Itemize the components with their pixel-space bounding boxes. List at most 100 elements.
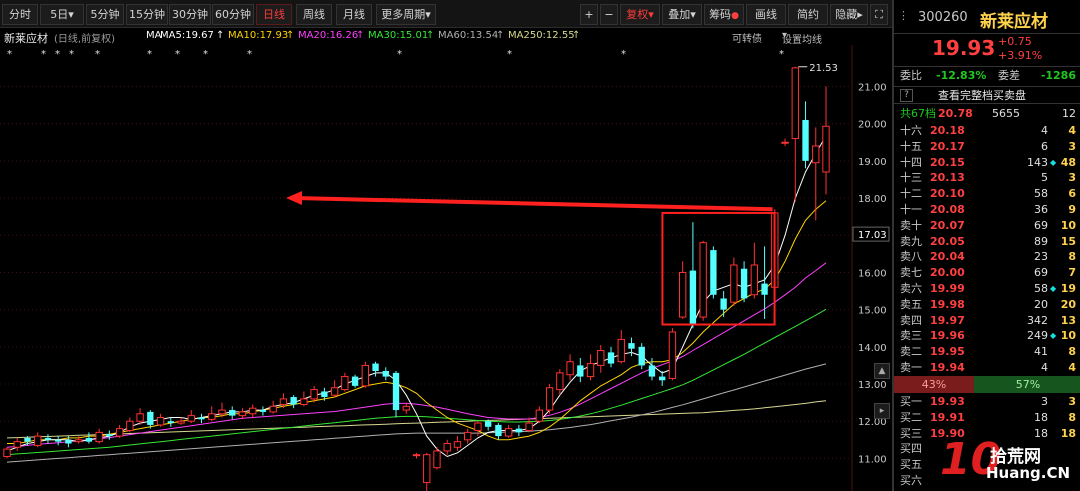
draw-line-button[interactable]: 画线	[746, 4, 786, 25]
sell-level-count: 19	[1060, 282, 1076, 295]
tab-30min[interactable]: 30分钟	[169, 4, 211, 25]
chart-scroll-right-icon[interactable]: ▸	[874, 403, 890, 419]
tab-more-periods[interactable]: 更多周期▾	[376, 4, 436, 25]
zoom-in-button[interactable]: +	[580, 4, 598, 25]
candle-body-up	[412, 454, 421, 457]
candle-body-down	[106, 434, 113, 437]
candle-body-up	[545, 387, 554, 411]
sell-level-row[interactable]: 十三 20.13 5 3	[894, 170, 1080, 186]
ma10-value: MA10:17.93	[228, 30, 289, 41]
period-toolbar: 分时 5日▾ 5分钟 15分钟 30分钟 60分钟 日线 周线 月线 更多周期▾…	[0, 0, 892, 28]
sell-level-volume: 23	[1034, 250, 1048, 264]
fuquan-dropdown[interactable]: 复权▾	[620, 4, 660, 25]
sell-level-row[interactable]: 卖一 19.94 4 4	[894, 360, 1080, 376]
tab-5min[interactable]: 5分钟	[86, 4, 124, 25]
y-tick-label: 15.00	[858, 306, 887, 317]
candle-body-up	[3, 448, 11, 458]
sell-level-row[interactable]: 十一 20.08 36 9	[894, 202, 1080, 218]
candle-body-up	[597, 350, 605, 366]
candle-body-up	[156, 416, 165, 426]
stock-code: 300260	[918, 10, 968, 25]
overlay-dropdown[interactable]: 叠加▾	[662, 4, 702, 25]
tab-weekly[interactable]: 周线	[296, 4, 332, 25]
sell-level-row[interactable]: 卖二 19.95 41 8	[894, 344, 1080, 360]
buy-level-row[interactable]: 买二 19.91 18 8	[894, 410, 1080, 426]
sell-level-row[interactable]: 卖六 19.99 58 19 ◆	[894, 281, 1080, 297]
tab-monthly[interactable]: 月线	[336, 4, 372, 25]
chart-scroll-up-icon[interactable]: ▲	[874, 363, 890, 379]
chips-button[interactable]: 筹码●	[704, 4, 744, 25]
y-tick-label: 11.00	[858, 454, 887, 465]
sell-level-row[interactable]: 卖七 20.00 69 7	[894, 265, 1080, 281]
buy-level-row[interactable]: 买一 19.93 3 3	[894, 394, 1080, 410]
kline-chart[interactable]: 21.0020.0019.0018.0017.0016.0015.0014.00…	[0, 45, 892, 491]
y-tick-label: 18.00	[858, 194, 887, 205]
buy-level-volume: 3	[1041, 395, 1048, 408]
quote-header: ⋮ 300260 新莱应材	[894, 0, 1080, 34]
candle-body-up	[730, 264, 738, 303]
sell-level-volume: 6	[1041, 139, 1048, 153]
tab-5day[interactable]: 5日▾	[40, 4, 84, 25]
tab-60min[interactable]: 60分钟	[212, 4, 254, 25]
candle-body-down	[740, 268, 748, 299]
tab-daily[interactable]: 日线	[256, 4, 292, 25]
ma10-line	[7, 200, 827, 444]
event-marker-icon: *	[779, 49, 784, 60]
expand-icon[interactable]: ⛶	[870, 4, 888, 25]
candle-body-up	[208, 413, 216, 420]
candle-body-up	[617, 338, 625, 363]
arrow-up-icon: ↑	[496, 30, 505, 41]
weibi-row: 委比 -12.83% 委差 -1286	[894, 66, 1080, 84]
simple-button[interactable]: 简约	[788, 4, 828, 25]
sell-level-row[interactable]: 卖五 19.98 20 20	[894, 297, 1080, 313]
set-ma-link[interactable]: 设置均线 ▾	[782, 30, 822, 46]
candle-body-down	[515, 428, 523, 433]
candle-body-up	[249, 407, 257, 415]
candle-body-down	[659, 376, 666, 381]
total-levels-label: 共67档	[900, 107, 936, 120]
event-marker-icon: *	[7, 49, 12, 60]
candle-body-up	[177, 420, 185, 424]
sell-level-row[interactable]: 十六 20.18 4 4	[894, 123, 1080, 139]
full-book-button[interactable]: ? 查看完整档买卖盘	[894, 86, 1080, 104]
convertible-bond-link[interactable]: 可转债	[732, 30, 762, 45]
kline-svg[interactable]: 21.0020.0019.0018.0017.0016.0015.0014.00…	[0, 45, 892, 491]
candle-body-up	[822, 125, 830, 173]
candle-body-up	[504, 428, 513, 437]
sell-level-price: 20.05	[930, 234, 965, 248]
sell-level-row[interactable]: 卖八 20.04 23 8	[894, 249, 1080, 265]
zoom-out-button[interactable]: −	[600, 4, 618, 25]
total-levels-row: 共67档 20.78 5655 12	[894, 105, 1080, 123]
sell-level-label: 卖三	[900, 329, 922, 343]
candle-body-up	[679, 271, 687, 318]
sell-level-volume: 249	[1027, 329, 1048, 343]
tab-15min[interactable]: 15分钟	[126, 4, 168, 25]
candle-body-up	[556, 372, 564, 391]
sell-level-row[interactable]: 十五 20.17 6 3	[894, 139, 1080, 155]
sell-level-price: 20.10	[930, 187, 965, 201]
sell-level-row[interactable]: 十四 20.15 143 48 ◆	[894, 155, 1080, 171]
sell-level-count: 8	[1068, 345, 1076, 359]
candle-body-up	[238, 411, 247, 417]
sell-level-price: 20.00	[930, 266, 965, 280]
candle-body-down	[85, 437, 93, 442]
sell-level-row[interactable]: 卖九 20.05 89 15	[894, 234, 1080, 250]
event-marker-icon: *	[41, 49, 46, 60]
menu-icon[interactable]: ⋮	[898, 9, 909, 22]
hide-button[interactable]: 隐藏▸	[830, 4, 868, 25]
tab-fenshi[interactable]: 分时	[2, 4, 38, 25]
sell-level-row[interactable]: 卖十 20.07 69 10	[894, 218, 1080, 234]
event-marker-icon: *	[247, 49, 252, 60]
sell-level-count: 48	[1060, 155, 1076, 169]
sell-level-label: 卖七	[900, 266, 922, 280]
sell-level-price: 19.95	[930, 345, 965, 359]
candle-body-down	[689, 270, 697, 325]
candle-body-up	[699, 242, 707, 318]
sell-level-row[interactable]: 十二 20.10 58 6	[894, 186, 1080, 202]
y-tick-label: 16.00	[858, 268, 887, 279]
sell-level-count: 3	[1068, 139, 1076, 153]
sell-level-volume: 69	[1034, 218, 1048, 232]
sell-level-row[interactable]: 卖三 19.96 249 10 ◆	[894, 328, 1080, 344]
sell-level-row[interactable]: 卖四 19.97 342 13	[894, 313, 1080, 329]
candle-body-up	[535, 409, 544, 422]
